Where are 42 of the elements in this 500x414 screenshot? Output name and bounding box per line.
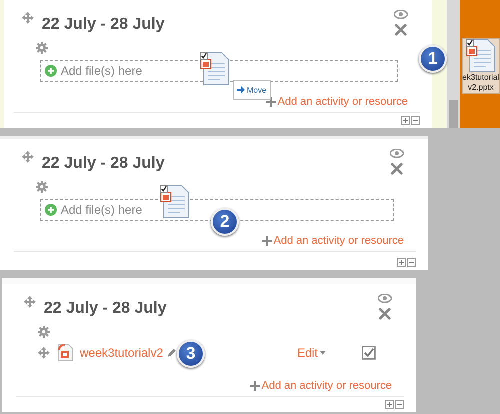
move-icon[interactable]: [24, 296, 36, 308]
drop-zone-label: Add file(s) here: [61, 203, 142, 217]
scrollbar[interactable]: [447, 0, 460, 128]
desktop-file[interactable]: ek3tutorial v2.pptx: [462, 38, 500, 94]
expand-icon[interactable]: [397, 258, 406, 267]
eye-icon[interactable]: [390, 149, 404, 158]
add-icon: [45, 65, 57, 77]
plus-icon: [266, 97, 276, 107]
close-icon[interactable]: [391, 163, 403, 175]
eye-icon[interactable]: [394, 10, 408, 19]
add-activity-link[interactable]: Add an activity or resource: [266, 96, 408, 108]
add-activity-link[interactable]: Add an activity or resource: [250, 380, 392, 392]
presentation-file-icon: [58, 344, 74, 362]
drop-zone-label: Add file(s) here: [61, 64, 142, 78]
activity-link[interactable]: week3tutorialv2: [80, 346, 164, 360]
plus-icon: [250, 381, 260, 391]
expand-icon[interactable]: [385, 400, 394, 409]
scrollbar-thumb[interactable]: [449, 100, 458, 128]
move-icon[interactable]: [22, 151, 34, 163]
eye-icon[interactable]: [378, 294, 392, 303]
add-activity-link[interactable]: Add an activity or resource: [262, 235, 404, 247]
close-icon[interactable]: [379, 308, 391, 320]
collapse-icon[interactable]: [411, 116, 420, 125]
caret-icon: [320, 351, 326, 355]
plus-icon: [262, 236, 272, 246]
completion-checkbox[interactable]: [362, 346, 376, 360]
expand-icon[interactable]: [401, 116, 410, 125]
move-icon[interactable]: [22, 12, 34, 24]
settings-icon[interactable]: [38, 326, 50, 338]
tooltip-text: Move: [247, 86, 267, 94]
collapse-icon[interactable]: [407, 258, 416, 267]
move-icon[interactable]: [38, 347, 50, 359]
section-title: 22 July - 28 July: [42, 16, 166, 34]
close-icon[interactable]: [395, 24, 407, 36]
section-title: 22 July - 28 July: [44, 300, 168, 318]
settings-icon[interactable]: [36, 42, 48, 54]
add-icon: [45, 204, 57, 216]
edit-menu[interactable]: Edit: [297, 346, 326, 360]
collapse-icon[interactable]: [395, 400, 404, 409]
section-title: 22 July - 28 July: [42, 155, 166, 173]
settings-icon[interactable]: [36, 181, 48, 193]
edit-icon[interactable]: [167, 348, 178, 358]
